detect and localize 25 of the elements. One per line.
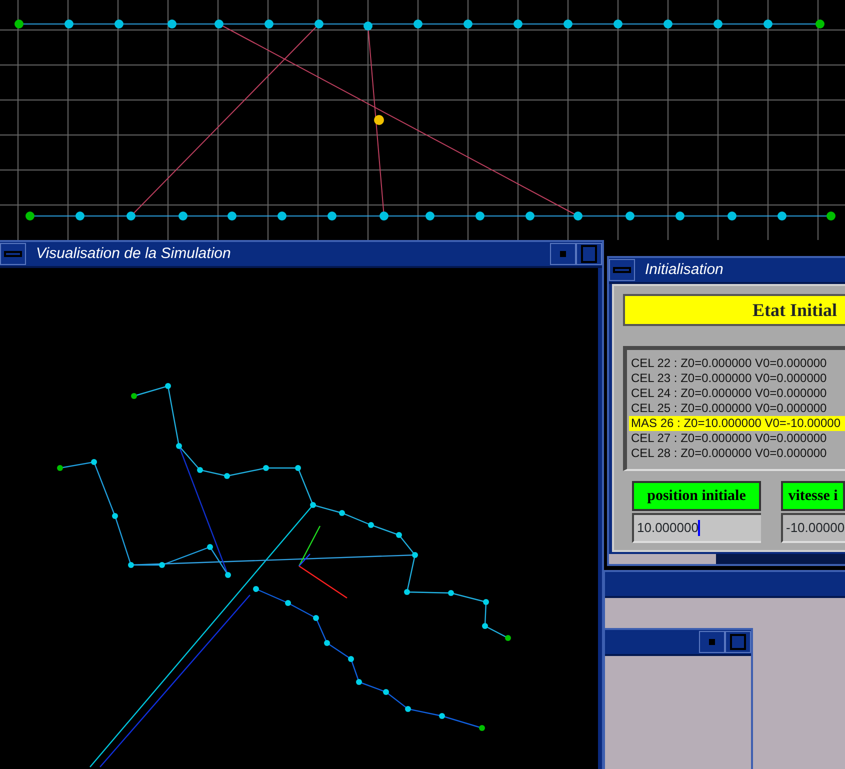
maximize-button[interactable] [576, 243, 602, 265]
field-label-button[interactable]: position initiale [632, 481, 761, 511]
list-item[interactable]: CEL 24 : Z0=0.000000 V0=0.000000 [629, 386, 845, 401]
maximize-button[interactable] [725, 631, 751, 653]
minimize-button[interactable] [550, 243, 576, 265]
window-menu-button[interactable] [0, 243, 26, 265]
minimize-button[interactable] [699, 631, 725, 653]
window-title: Visualisation de la Simulation [35, 244, 232, 264]
square-icon [581, 245, 597, 263]
list-item[interactable]: CEL 28 : Z0=0.000000 V0=0.000000 [629, 446, 845, 461]
window-menu-button[interactable] [609, 259, 635, 281]
bar-icon [4, 251, 22, 257]
bar-icon [613, 267, 631, 273]
list-item[interactable]: CEL 25 : Z0=0.000000 V0=0.000000 [629, 401, 845, 416]
square-icon [730, 634, 746, 650]
window-title: Initialisation [644, 260, 724, 280]
input-field[interactable]: -10.00000 [781, 513, 845, 543]
field-label-button[interactable]: vitesse i [781, 481, 845, 511]
list-item[interactable]: CEL 23 : Z0=0.000000 V0=0.000000 [629, 371, 845, 386]
list-item[interactable]: MAS 26 : Z0=10.000000 V0=-10.00000 [629, 416, 845, 431]
scrollbar-thumb[interactable] [609, 554, 716, 564]
list-item[interactable]: CEL 22 : Z0=0.000000 V0=0.000000 [629, 356, 845, 371]
list-item[interactable]: CEL 27 : Z0=0.000000 V0=0.000000 [629, 431, 845, 446]
input-field[interactable]: 10.000000 [632, 513, 761, 543]
banner-title: Etat Initial [752, 298, 837, 322]
